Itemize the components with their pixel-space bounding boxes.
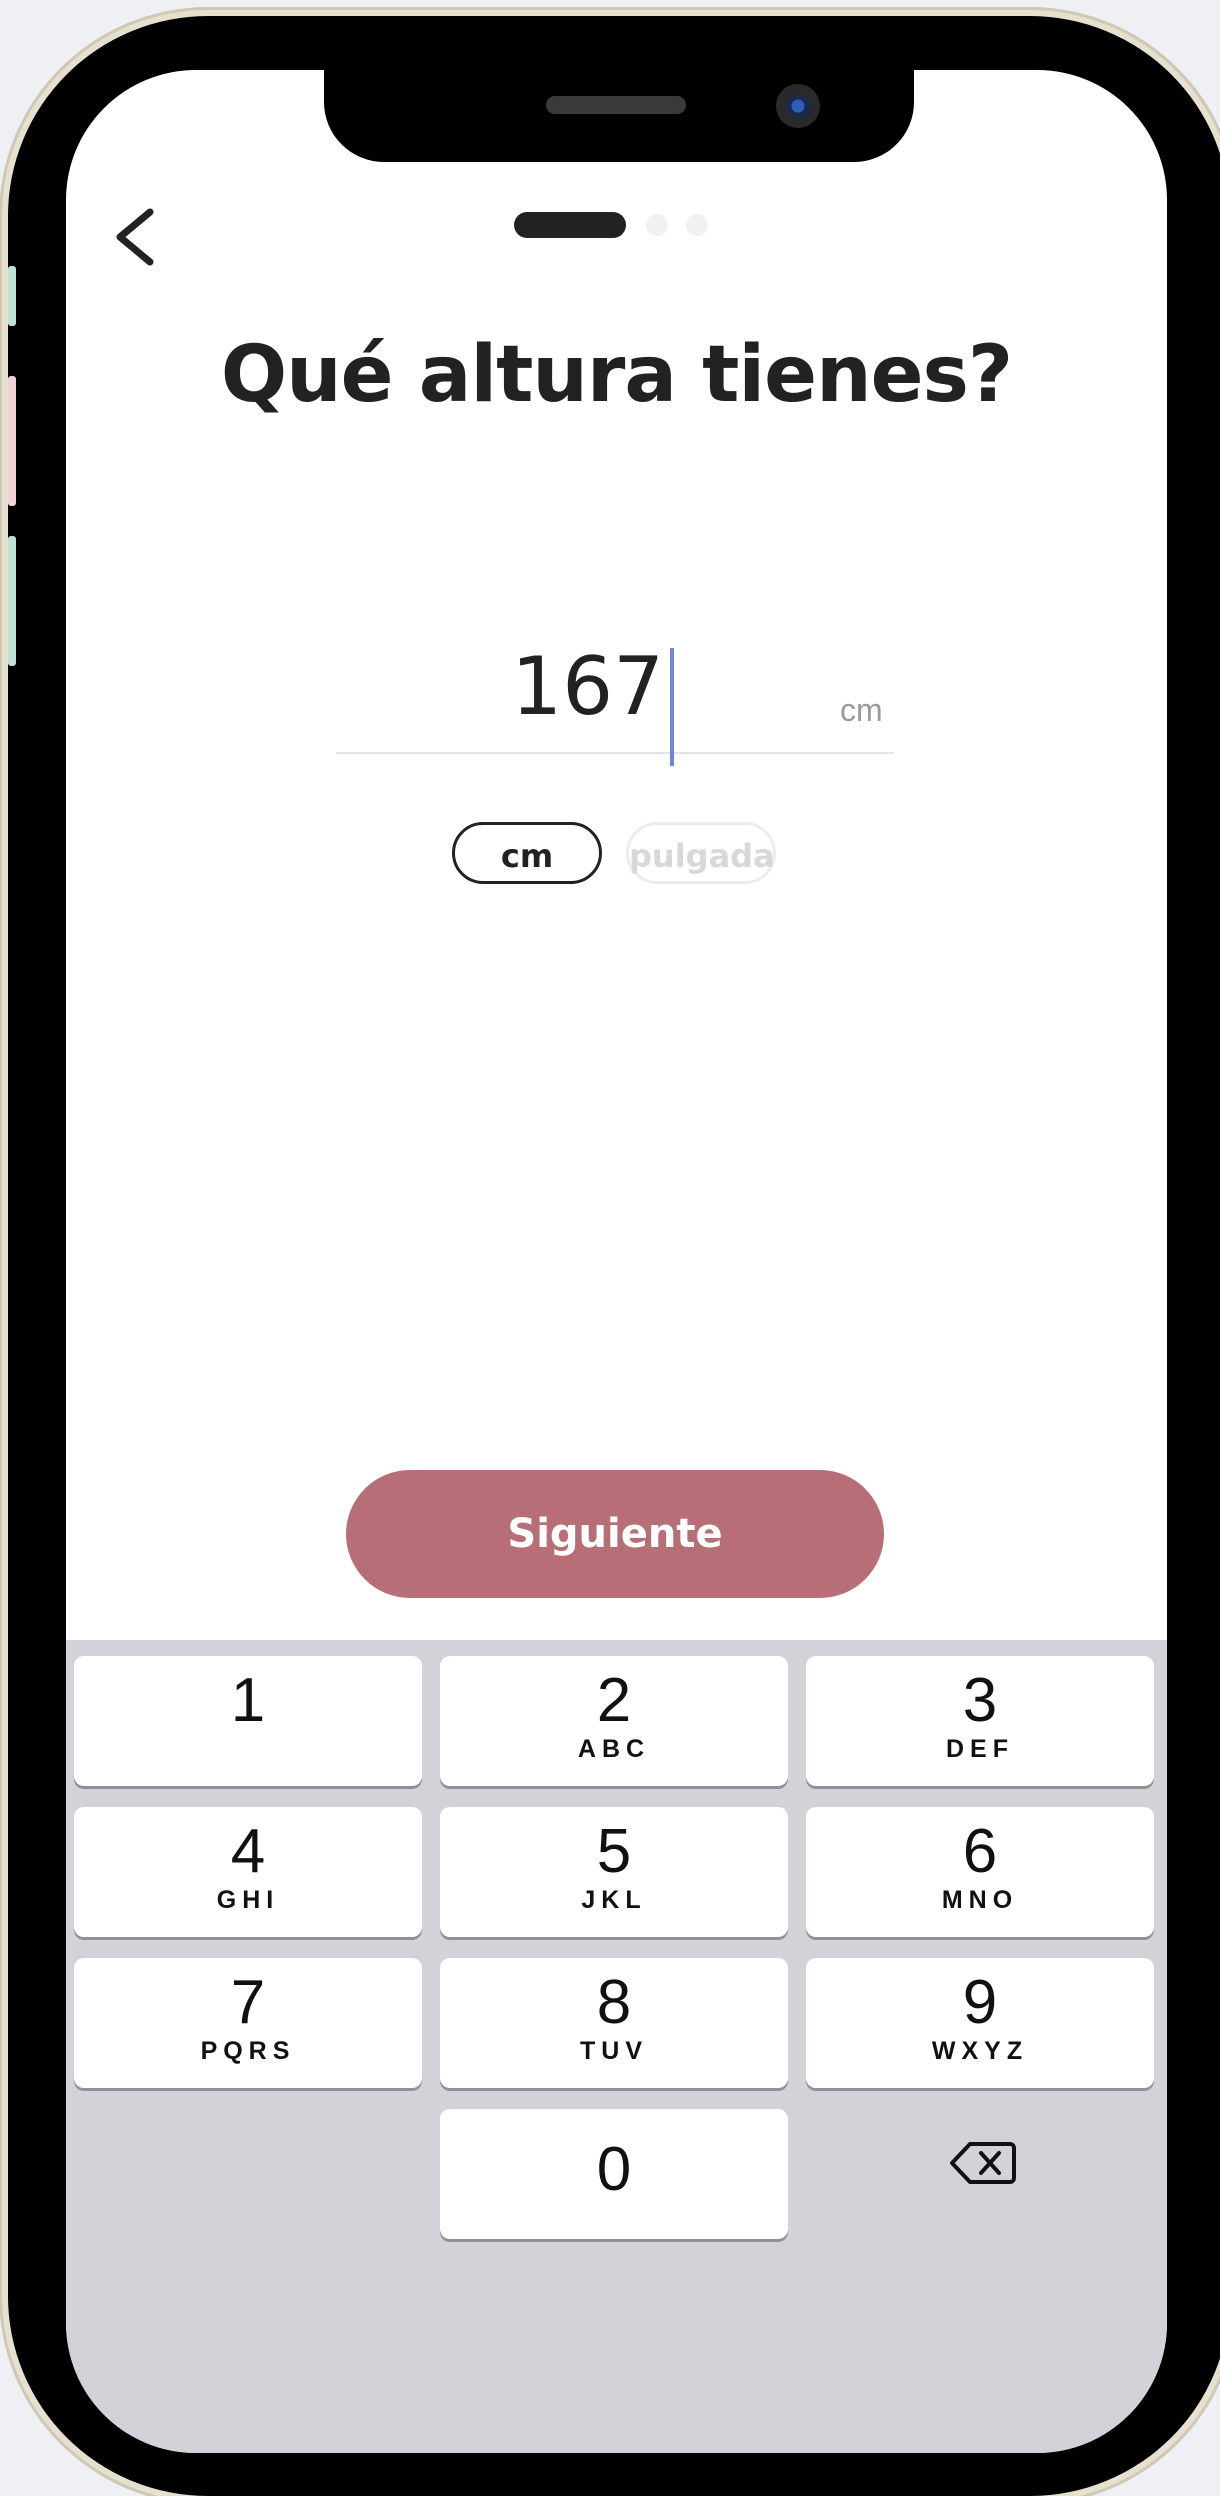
front-camera — [776, 84, 820, 128]
numeric-keyboard: 1 2 ABC 3 DEF 4 GHI 5 JKL 6 MNO 7 PQRS 8 — [66, 1640, 1167, 2453]
next-button[interactable]: Siguiente — [346, 1470, 884, 1598]
height-input[interactable]: 167 cm — [336, 630, 894, 766]
key-number: 6 — [962, 1817, 998, 1886]
notch — [324, 70, 914, 162]
key-letters: JKL — [581, 1886, 647, 1914]
page-title: Qué altura tienes? — [220, 330, 1013, 420]
chevron-left-icon — [106, 192, 166, 282]
key-9[interactable]: 9 WXYZ — [806, 1958, 1154, 2088]
unit-cm-button[interactable]: cm — [452, 822, 602, 884]
progress-step-active — [514, 212, 626, 238]
key-number: 9 — [962, 1968, 998, 2037]
height-unit-label: cm — [840, 692, 883, 728]
delete-key[interactable] — [948, 2138, 1018, 2188]
progress-step-dot — [686, 214, 708, 236]
text-caret — [670, 648, 674, 766]
key-5[interactable]: 5 JKL — [440, 1807, 788, 1937]
key-letters: WXYZ — [931, 2037, 1029, 2065]
key-number: 3 — [962, 1666, 998, 1735]
key-letters: TUV — [580, 2037, 648, 2065]
key-8[interactable]: 8 TUV — [440, 1958, 788, 2088]
progress-step-dot — [646, 214, 668, 236]
speaker-grille — [546, 96, 686, 114]
key-number: 8 — [596, 1968, 632, 2037]
key-number: 5 — [596, 1817, 632, 1886]
key-1[interactable]: 1 — [74, 1656, 422, 1786]
key-letters: PQRS — [200, 2037, 296, 2065]
side-button — [8, 266, 16, 326]
key-2[interactable]: 2 ABC — [440, 1656, 788, 1786]
key-letters: MNO — [941, 1886, 1019, 1914]
back-button[interactable] — [106, 192, 166, 282]
key-number: 4 — [230, 1817, 266, 1886]
key-letters: DEF — [946, 1735, 1014, 1763]
key-7[interactable]: 7 PQRS — [74, 1958, 422, 2088]
key-6[interactable]: 6 MNO — [806, 1807, 1154, 1937]
key-3[interactable]: 3 DEF — [806, 1656, 1154, 1786]
key-letters: ABC — [577, 1735, 651, 1763]
key-number: 2 — [596, 1666, 632, 1735]
key-0[interactable]: 0 — [440, 2109, 788, 2239]
key-number: 1 — [230, 1666, 266, 1735]
side-button — [8, 536, 16, 666]
unit-inch-button[interactable]: pulgada — [626, 822, 776, 884]
key-4[interactable]: 4 GHI — [74, 1807, 422, 1937]
key-number: 7 — [230, 1968, 266, 2037]
side-button — [8, 376, 16, 506]
key-letters: GHI — [216, 1886, 280, 1914]
height-value[interactable]: 167 — [336, 640, 664, 733]
phone-screen: Qué altura tienes? 167 cm cm pulgada Sig… — [66, 70, 1167, 2453]
backspace-icon — [948, 2142, 1018, 2192]
key-number: 0 — [596, 2135, 632, 2204]
